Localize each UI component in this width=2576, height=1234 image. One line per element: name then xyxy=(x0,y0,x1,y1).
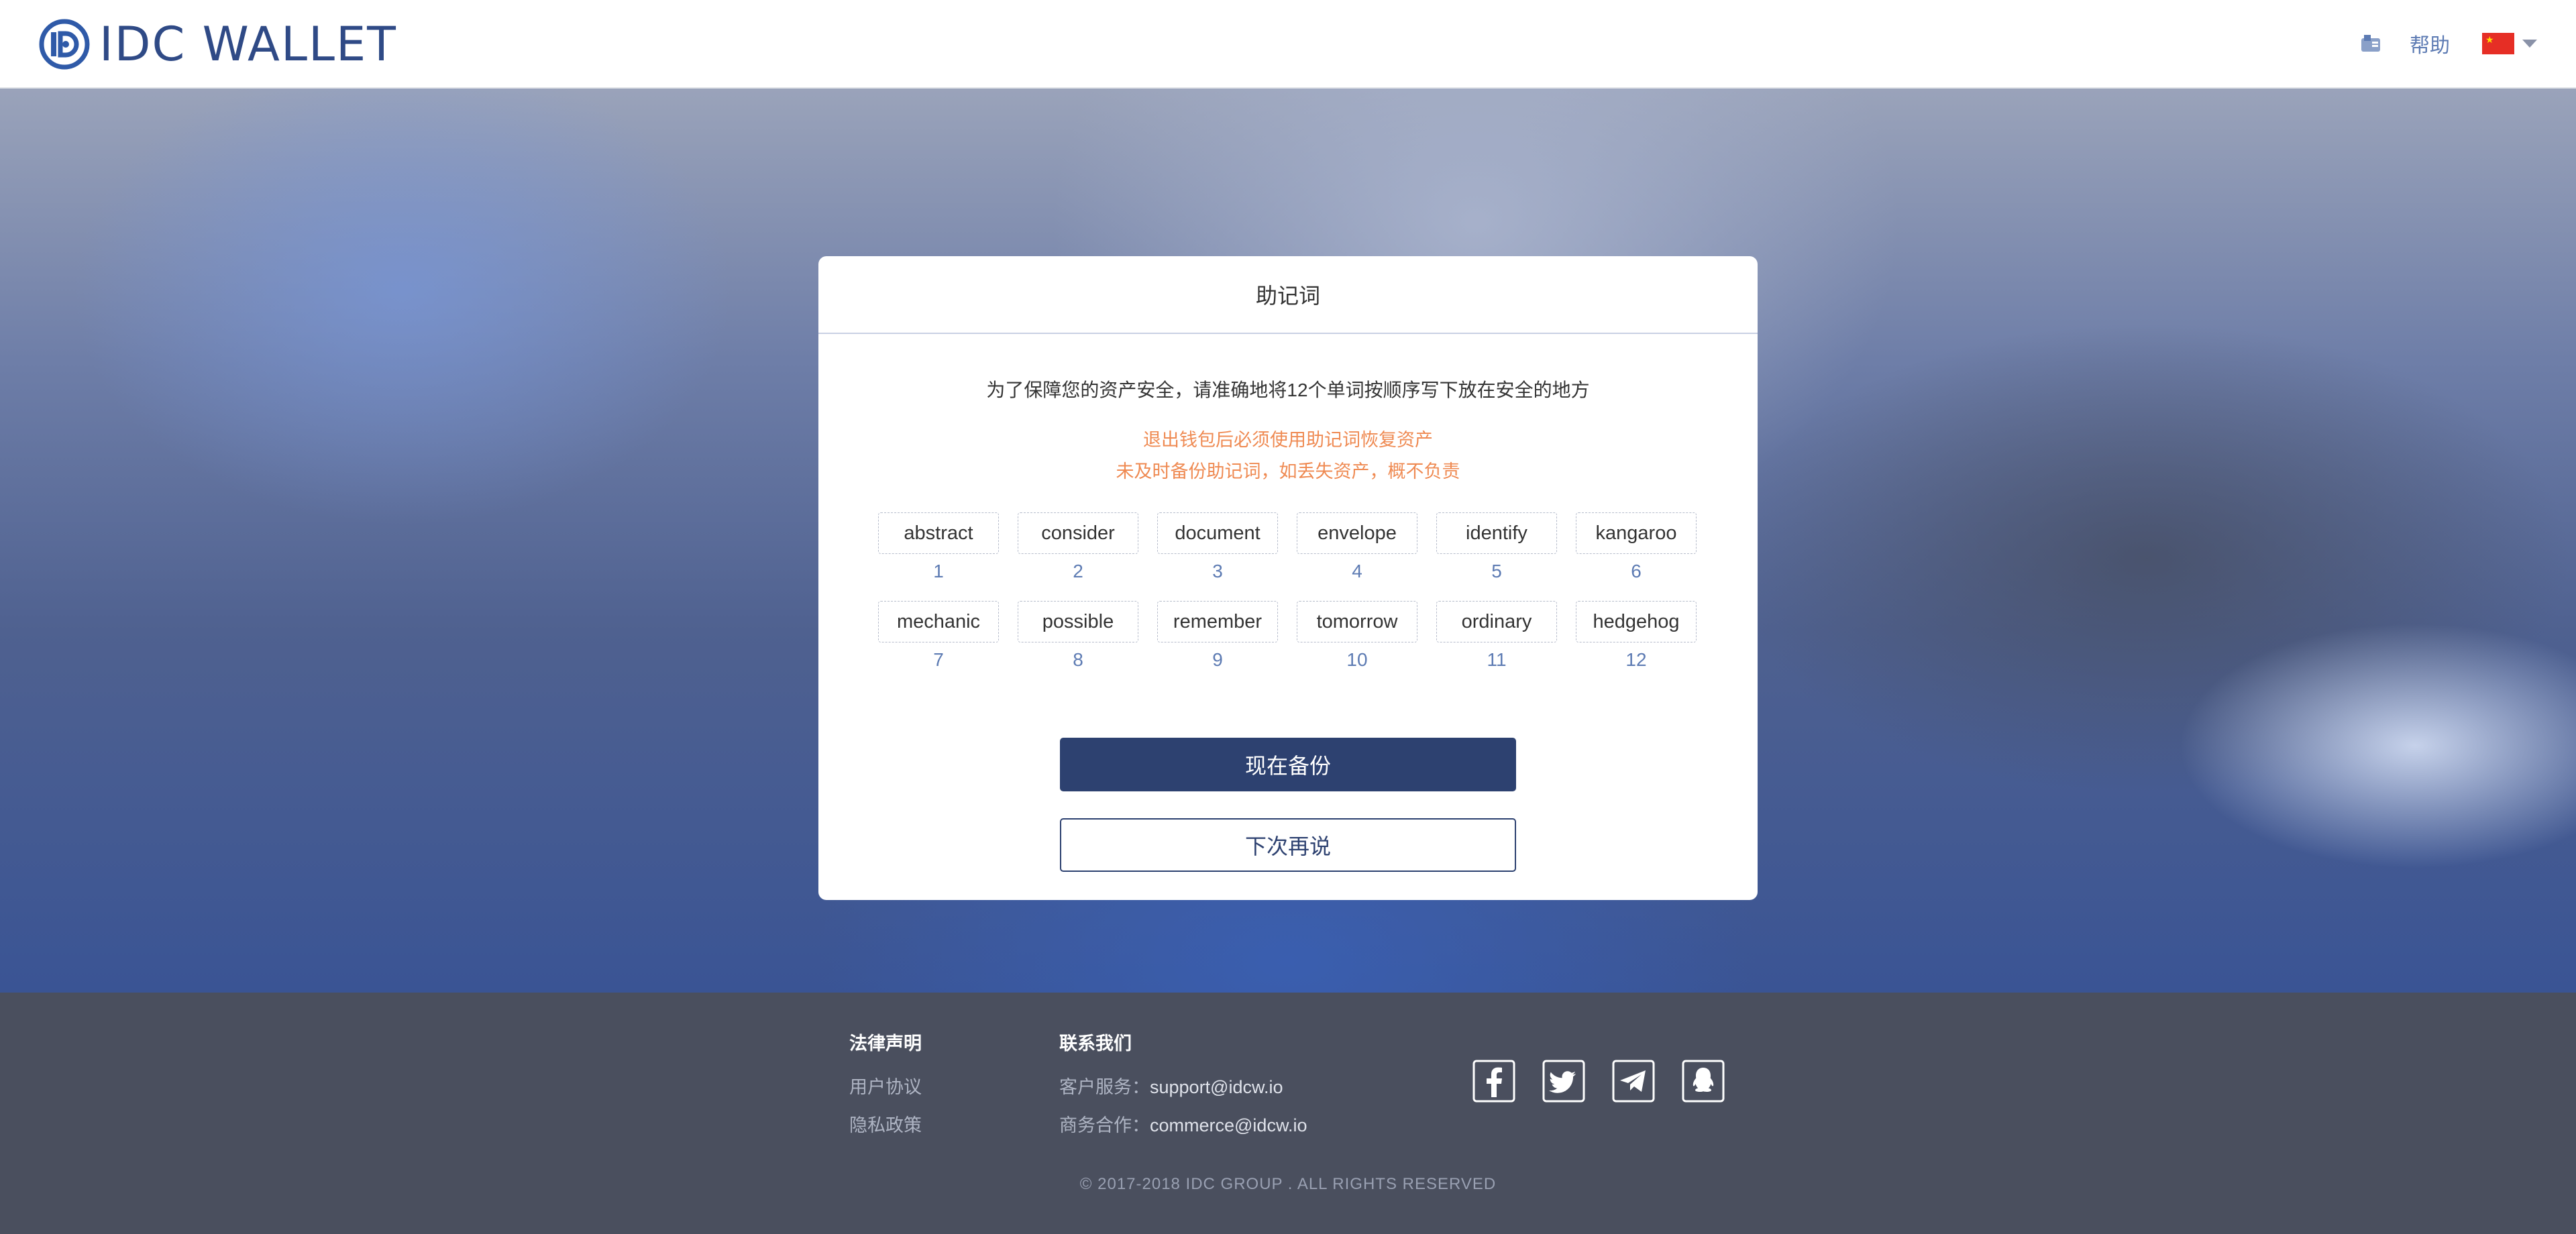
header-actions: 帮助 ★ xyxy=(2360,27,2537,60)
mnemonic-word-cell: tomorrow 10 xyxy=(1296,601,1418,671)
word-index: 11 xyxy=(1487,649,1507,670)
later-button[interactable]: 下次再说 xyxy=(1060,818,1516,872)
mnemonic-word: remember xyxy=(1157,601,1278,642)
warning-text-2: 未及时备份助记词，如丢失资产，概不负责 xyxy=(1116,461,1460,482)
telegram-icon[interactable] xyxy=(1612,1060,1655,1103)
idc-logo-icon xyxy=(39,19,90,70)
support-label: 客户服务： xyxy=(1059,1077,1150,1097)
word-index: 4 xyxy=(1352,561,1362,581)
mnemonic-word: hedgehog xyxy=(1576,601,1697,642)
word-index: 7 xyxy=(933,649,944,670)
china-flag-icon: ★ xyxy=(2482,33,2514,54)
mnemonic-word-grid: abstract 1 consider 2 document 3 envelope 4 … xyxy=(877,512,1699,671)
mnemonic-word: tomorrow xyxy=(1297,601,1417,642)
mnemonic-word-cell: kangaroo 6 xyxy=(1575,512,1697,582)
help-link[interactable]: 帮助 xyxy=(2410,29,2450,58)
warning-text-1: 退出钱包后必须使用助记词恢复资产 xyxy=(1143,430,1433,450)
privacy-policy-link[interactable]: 隐私政策 xyxy=(849,1111,922,1137)
legal-column: 法律声明 用户协议 隐私政策 xyxy=(849,1029,922,1137)
mnemonic-instructions: 为了保障您的资产安全，请准确地将12个单词按顺序写下放在安全的地方 xyxy=(986,380,1590,400)
mnemonic-card: 助记词 为了保障您的资产安全，请准确地将12个单词按顺序写下放在安全的地方 退出… xyxy=(818,256,1758,900)
mnemonic-word: ordinary xyxy=(1436,601,1557,642)
mnemonic-word-cell: possible 8 xyxy=(1017,601,1139,671)
chevron-down-icon xyxy=(2522,40,2537,48)
mnemonic-word-cell: envelope 4 xyxy=(1296,512,1418,582)
mnemonic-word: abstract xyxy=(878,512,999,554)
twitter-icon[interactable] xyxy=(1542,1060,1585,1103)
mnemonic-word: identify xyxy=(1436,512,1557,554)
contact-heading: 联系我们 xyxy=(1059,1033,1132,1054)
word-index: 1 xyxy=(933,561,944,581)
logo[interactable]: IDC WALLET xyxy=(39,19,397,70)
business-email-link[interactable]: commerce@idcw.io xyxy=(1150,1115,1307,1135)
mnemonic-word: possible xyxy=(1018,601,1138,642)
mnemonic-word: mechanic xyxy=(878,601,999,642)
qq-icon[interactable] xyxy=(1682,1060,1725,1103)
word-index: 3 xyxy=(1212,561,1223,581)
word-index: 9 xyxy=(1212,649,1223,670)
backup-now-button[interactable]: 现在备份 xyxy=(1060,738,1516,791)
word-index: 6 xyxy=(1631,561,1642,581)
word-index: 2 xyxy=(1073,561,1083,581)
word-index: 12 xyxy=(1625,649,1647,670)
legal-heading: 法律声明 xyxy=(849,1033,922,1054)
mnemonic-word-cell: consider 2 xyxy=(1017,512,1139,582)
user-agreement-link[interactable]: 用户协议 xyxy=(849,1072,922,1099)
mnemonic-word-cell: ordinary 11 xyxy=(1436,601,1558,671)
mnemonic-word: document xyxy=(1157,512,1278,554)
mnemonic-word-cell: identify 5 xyxy=(1436,512,1558,582)
mnemonic-word-cell: remember 9 xyxy=(1157,601,1279,671)
contact-column: 联系我们 客户服务：support@idcw.io 商务合作：commerce@… xyxy=(1059,1029,1307,1137)
word-index: 10 xyxy=(1346,649,1368,670)
business-contact: 商务合作：commerce@idcw.io xyxy=(1059,1111,1307,1137)
word-index: 8 xyxy=(1073,649,1083,670)
mnemonic-word-cell: abstract 1 xyxy=(877,512,1000,582)
support-email-link[interactable]: support@idcw.io xyxy=(1150,1077,1283,1097)
logo-text: IDC WALLET xyxy=(99,17,397,72)
copyright-text: © 2017-2018 IDC GROUP . ALL RIGHTS RESER… xyxy=(1079,1175,1497,1193)
mnemonic-word-cell: document 3 xyxy=(1157,512,1279,582)
business-label: 商务合作： xyxy=(1059,1115,1150,1135)
word-index: 5 xyxy=(1491,561,1502,581)
mnemonic-word-cell: hedgehog 12 xyxy=(1575,601,1697,671)
footer: 法律声明 用户协议 隐私政策 联系我们 客户服务：support@idcw.io… xyxy=(0,993,2576,1234)
social-links xyxy=(1472,1060,1752,1103)
mnemonic-word: kangaroo xyxy=(1576,512,1697,554)
card-header: 助记词 xyxy=(818,256,1758,334)
mnemonic-word: envelope xyxy=(1297,512,1417,554)
hero-background: 助记词 为了保障您的资产安全，请准确地将12个单词按顺序写下放在安全的地方 退出… xyxy=(0,89,2576,993)
mnemonic-word: consider xyxy=(1018,512,1138,554)
language-selector[interactable]: ★ xyxy=(2482,33,2537,54)
card-title: 助记词 xyxy=(1255,284,1320,308)
top-header: IDC WALLET 帮助 ★ xyxy=(0,0,2576,89)
mail-icon[interactable] xyxy=(2360,32,2383,55)
support-contact: 客户服务：support@idcw.io xyxy=(1059,1072,1307,1099)
facebook-icon[interactable] xyxy=(1472,1060,1515,1103)
mnemonic-word-cell: mechanic 7 xyxy=(877,601,1000,671)
